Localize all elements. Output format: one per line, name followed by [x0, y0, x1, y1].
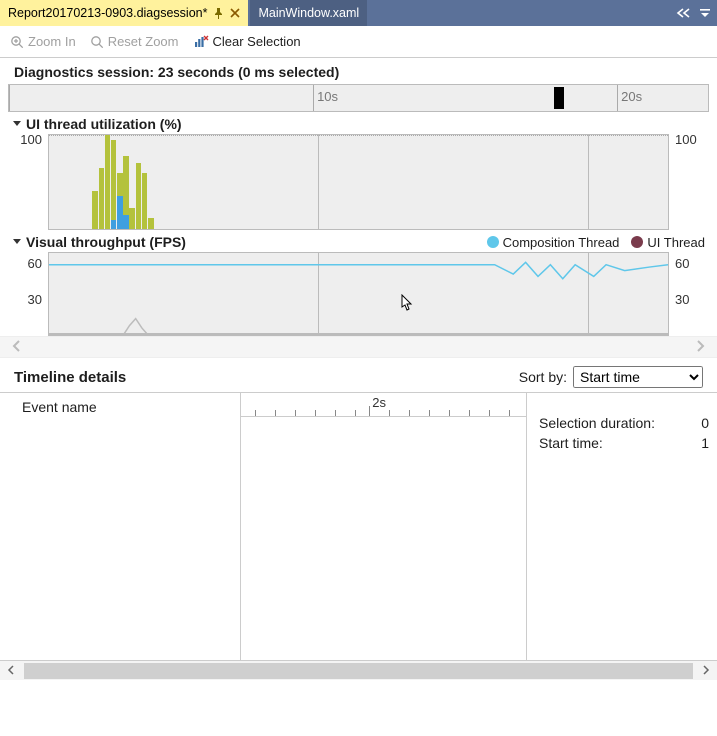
- y-axis-left: 3060: [8, 252, 48, 336]
- selection-info-panel: Selection duration: 0 Start time: 1: [527, 393, 717, 660]
- scroll-right-icon[interactable]: [695, 663, 717, 678]
- caret-down-icon: [12, 234, 22, 250]
- timeline-mini-ruler[interactable]: 2s: [241, 393, 526, 417]
- section-header-visual-throughput[interactable]: Visual throughput (FPS) Composition Thre…: [8, 230, 709, 252]
- sort-by-select[interactable]: Start time: [573, 366, 703, 388]
- timeline-track-column[interactable]: 2s: [240, 393, 527, 660]
- start-time-value: 1: [701, 435, 709, 451]
- timeline-ruler[interactable]: 10s 20s: [8, 84, 709, 112]
- ruler-tick-label: 20s: [621, 89, 642, 104]
- reset-zoom-label: Reset Zoom: [108, 34, 179, 49]
- timeline-details-title: Timeline details: [14, 369, 126, 386]
- timeline-details-bar: Timeline details Sort by: Start time: [0, 358, 717, 392]
- chart-scroll-zone[interactable]: [0, 336, 717, 358]
- section-title: Visual throughput (FPS): [26, 234, 186, 250]
- selection-duration-value: 0: [701, 415, 709, 431]
- legend-label: UI Thread: [647, 235, 705, 250]
- ruler-marker[interactable]: [554, 87, 564, 109]
- clear-selection-label: Clear Selection: [213, 34, 301, 49]
- zoom-in-icon: [10, 35, 24, 49]
- zoom-in-button[interactable]: Zoom In: [10, 34, 76, 49]
- legend-dot-icon: [631, 236, 643, 248]
- tab-overflow-chevrons-icon[interactable]: [675, 7, 691, 19]
- caret-down-icon: [12, 116, 22, 132]
- tab-label: MainWindow.xaml: [258, 6, 359, 20]
- scroll-left-icon[interactable]: [10, 339, 24, 356]
- event-name-header: Event name: [12, 399, 228, 415]
- scroll-left-icon[interactable]: [0, 663, 22, 678]
- event-name-column: Event name: [0, 393, 240, 660]
- mini-ruler-label: 2s: [372, 395, 386, 410]
- diagnostics-toolbar: Zoom In Reset Zoom Clear Selection: [0, 26, 717, 58]
- tab-mainwindow-xaml[interactable]: MainWindow.xaml: [250, 0, 367, 26]
- y-axis-left: 100: [8, 134, 48, 230]
- scrollbar-track[interactable]: [24, 663, 693, 679]
- reset-zoom-icon: [90, 35, 104, 49]
- legend: Composition Thread UI Thread: [487, 235, 705, 250]
- scroll-right-icon[interactable]: [693, 339, 707, 356]
- legend-item: UI Thread: [631, 235, 705, 250]
- y-axis-right: 100: [669, 134, 709, 230]
- timeline-details-body: Event name 2s Selection duration: 0 Star…: [0, 392, 717, 660]
- ruler-tick-label: 10s: [317, 89, 338, 104]
- tab-label: Report20170213-0903.diagsession*: [8, 6, 207, 20]
- ui-thread-chart[interactable]: [48, 134, 669, 230]
- clear-selection-button[interactable]: Clear Selection: [193, 34, 301, 49]
- clear-selection-icon: [193, 35, 209, 49]
- section-header-ui-thread[interactable]: UI thread utilization (%): [8, 112, 709, 134]
- document-tabstrip: Report20170213-0903.diagsession* MainWin…: [0, 0, 717, 26]
- start-time-label: Start time:: [539, 435, 603, 451]
- legend-dot-icon: [487, 236, 499, 248]
- selection-duration-label: Selection duration:: [539, 415, 655, 431]
- sort-by-label: Sort by:: [519, 369, 567, 385]
- scrollbar-thumb[interactable]: [24, 663, 693, 679]
- session-info-label: Diagnostics session: 23 seconds (0 ms se…: [0, 58, 717, 84]
- zoom-in-label: Zoom In: [28, 34, 76, 49]
- pin-icon[interactable]: [213, 8, 224, 19]
- section-title: UI thread utilization (%): [26, 116, 182, 132]
- reset-zoom-button[interactable]: Reset Zoom: [90, 34, 179, 49]
- visual-throughput-chart[interactable]: [48, 252, 669, 336]
- tab-dropdown-icon[interactable]: [699, 7, 711, 19]
- legend-label: Composition Thread: [503, 235, 620, 250]
- close-icon[interactable]: [230, 8, 240, 18]
- y-axis-right: 3060: [669, 252, 709, 336]
- tab-overflow-controls: [675, 0, 717, 26]
- tab-report-diagsession[interactable]: Report20170213-0903.diagsession*: [0, 0, 248, 26]
- bottom-scrollbar[interactable]: [0, 660, 717, 680]
- legend-item: Composition Thread: [487, 235, 620, 250]
